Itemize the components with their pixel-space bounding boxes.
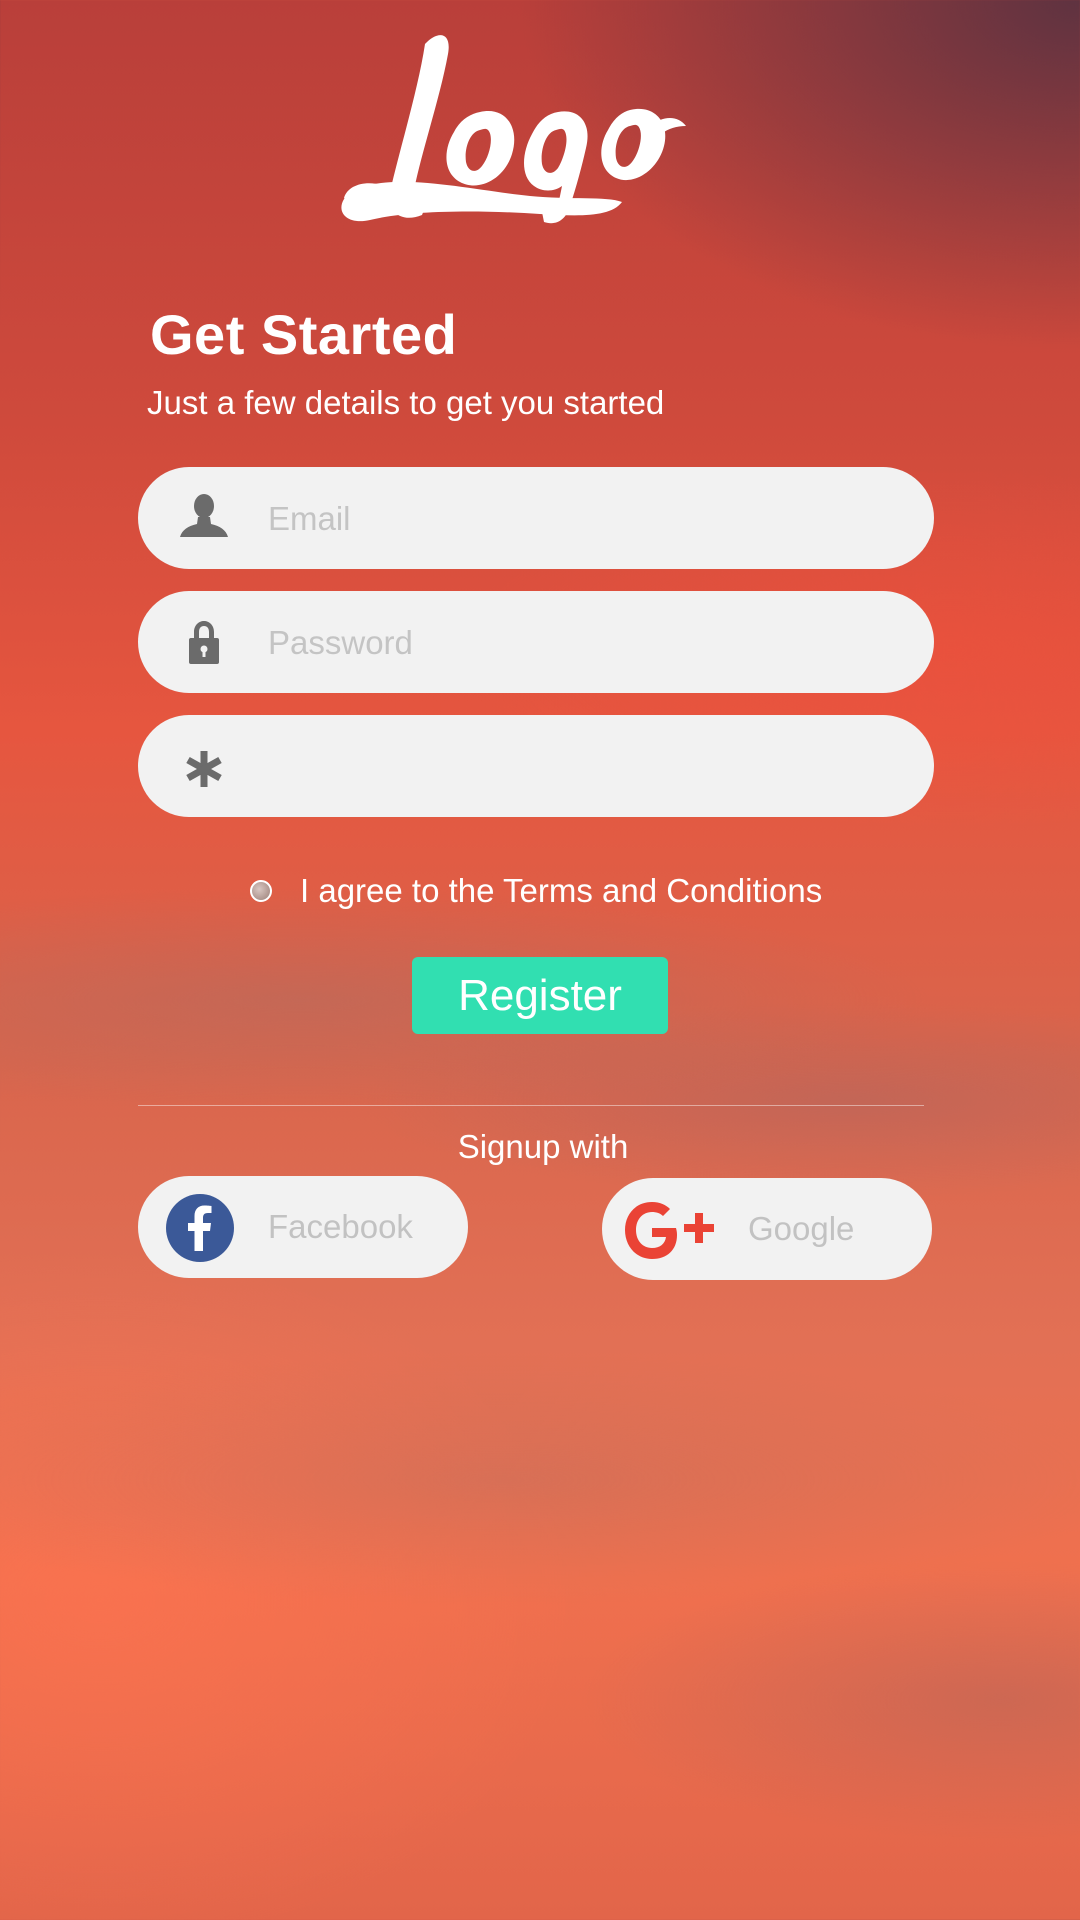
google-signup-button[interactable]: Google xyxy=(602,1178,932,1280)
register-button[interactable]: Register xyxy=(412,957,668,1034)
terms-row[interactable]: I agree to the Terms and Conditions xyxy=(250,872,822,910)
facebook-icon xyxy=(166,1194,234,1262)
email-field[interactable] xyxy=(138,467,934,569)
google-plus-icon xyxy=(625,1202,714,1259)
page-subtitle: Just a few details to get you started xyxy=(147,384,665,421)
extra-field[interactable] xyxy=(138,715,934,817)
user-icon xyxy=(180,494,228,537)
logo xyxy=(341,35,686,224)
extra-input[interactable] xyxy=(266,731,890,803)
divider xyxy=(138,1105,924,1106)
email-input[interactable] xyxy=(266,483,890,555)
asterisk-icon xyxy=(186,751,222,787)
page-title: Get Started xyxy=(150,303,458,366)
terms-radio[interactable] xyxy=(250,880,272,902)
facebook-label: Facebook xyxy=(268,1208,413,1245)
signup-with-heading: Signup with xyxy=(457,1128,629,1165)
password-field[interactable] xyxy=(138,591,934,693)
lock-icon xyxy=(189,621,219,664)
google-label: Google xyxy=(748,1210,855,1247)
terms-label[interactable]: I agree to the Terms and Conditions xyxy=(300,872,822,910)
password-input[interactable] xyxy=(266,607,890,679)
facebook-signup-button[interactable]: Facebook xyxy=(138,1176,468,1278)
